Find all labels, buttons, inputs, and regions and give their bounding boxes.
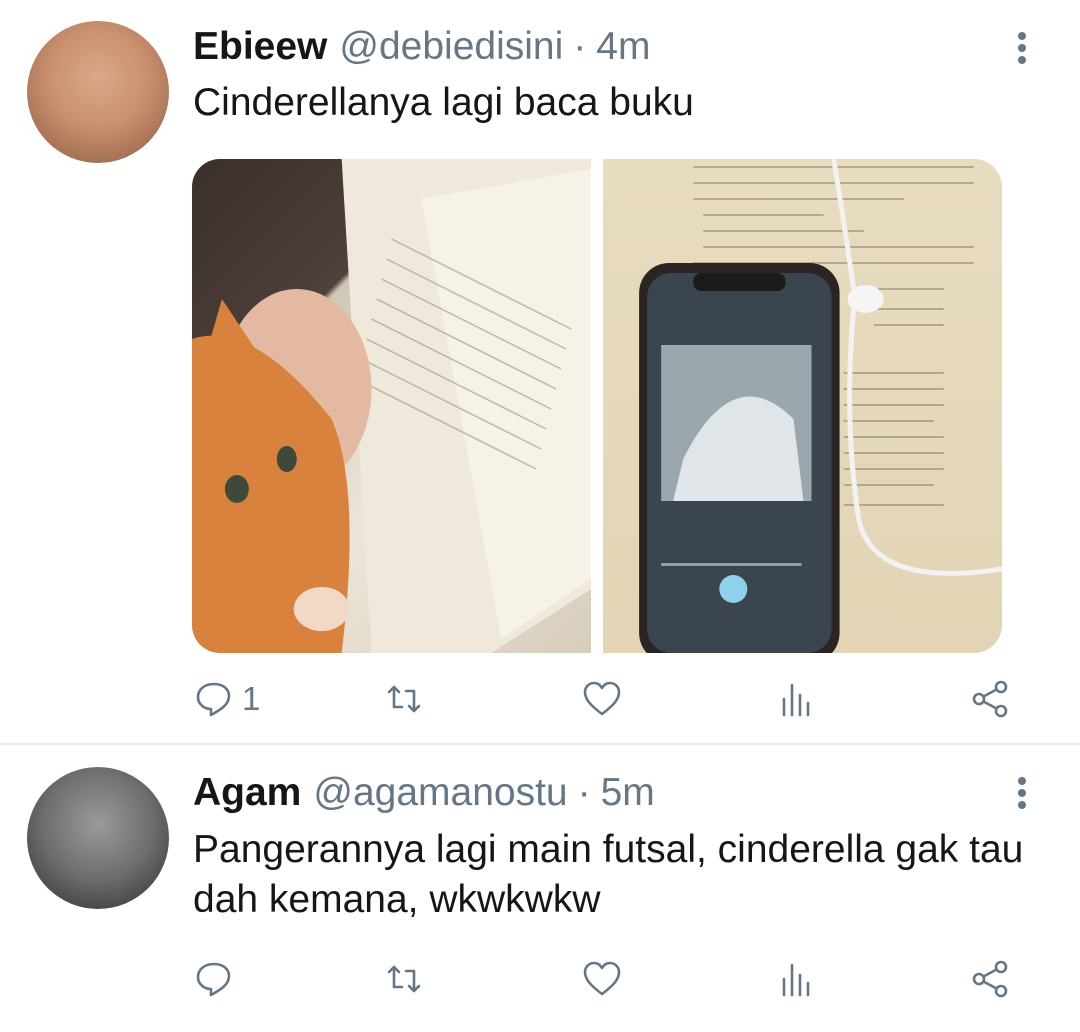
reply-count: 1: [242, 680, 261, 717]
analytics-icon: [782, 963, 810, 997]
author-name[interactable]: Agam: [193, 770, 301, 816]
author-handle[interactable]: @debiedisini: [339, 24, 563, 70]
author-name[interactable]: Ebieew: [193, 24, 327, 70]
tweet-header: Ebieew @debiedisini · 4m: [193, 24, 650, 70]
tweet-header: Agam @agamanostu · 5m: [193, 770, 655, 816]
reply-button[interactable]: [194, 957, 242, 1001]
author-handle[interactable]: @agamanostu: [313, 770, 567, 816]
reply-icon: [196, 682, 231, 717]
photo-cat-reading-book[interactable]: [192, 159, 591, 653]
more-vertical-icon[interactable]: [1008, 773, 1036, 813]
retweet-button[interactable]: [384, 677, 424, 721]
like-button[interactable]: [582, 957, 622, 1001]
tweet[interactable]: Agam @agamanostu · 5m Pangerannya lagi m…: [0, 745, 1080, 1032]
tweet-text: Pangerannya lagi main futsal, cinderella…: [193, 828, 1024, 921]
separator-dot: ·: [573, 25, 587, 68]
retweet-button[interactable]: [384, 957, 424, 1001]
reply-button[interactable]: 1: [194, 677, 260, 721]
heart-icon: [583, 681, 621, 716]
tweet[interactable]: Ebieew @debiedisini · 4m Cinderellanya l…: [0, 0, 1080, 743]
share-button[interactable]: [970, 957, 1010, 1001]
photo-phone-on-book[interactable]: [603, 159, 1002, 653]
timestamp[interactable]: 4m: [596, 24, 650, 70]
reply-icon: [196, 962, 231, 997]
more-vertical-icon[interactable]: [1008, 28, 1036, 68]
like-button[interactable]: [582, 677, 622, 721]
retweet-icon: [387, 965, 421, 993]
tweet-text: Cinderellanya lagi baca buku: [193, 81, 694, 124]
avatar[interactable]: [27, 21, 169, 163]
separator-dot: ·: [577, 771, 591, 814]
timestamp[interactable]: 5m: [601, 770, 655, 816]
avatar[interactable]: [27, 767, 169, 909]
heart-icon: [583, 961, 621, 996]
analytics-icon: [782, 683, 810, 717]
share-button[interactable]: [970, 677, 1010, 721]
tweet-actions: 1: [190, 677, 1020, 721]
share-icon: [972, 680, 1008, 718]
share-icon: [972, 960, 1008, 998]
analytics-button[interactable]: [776, 957, 816, 1001]
media-grid[interactable]: [192, 159, 1002, 653]
analytics-button[interactable]: [776, 677, 816, 721]
tweet-actions: [190, 957, 1020, 1001]
retweet-icon: [387, 685, 421, 713]
